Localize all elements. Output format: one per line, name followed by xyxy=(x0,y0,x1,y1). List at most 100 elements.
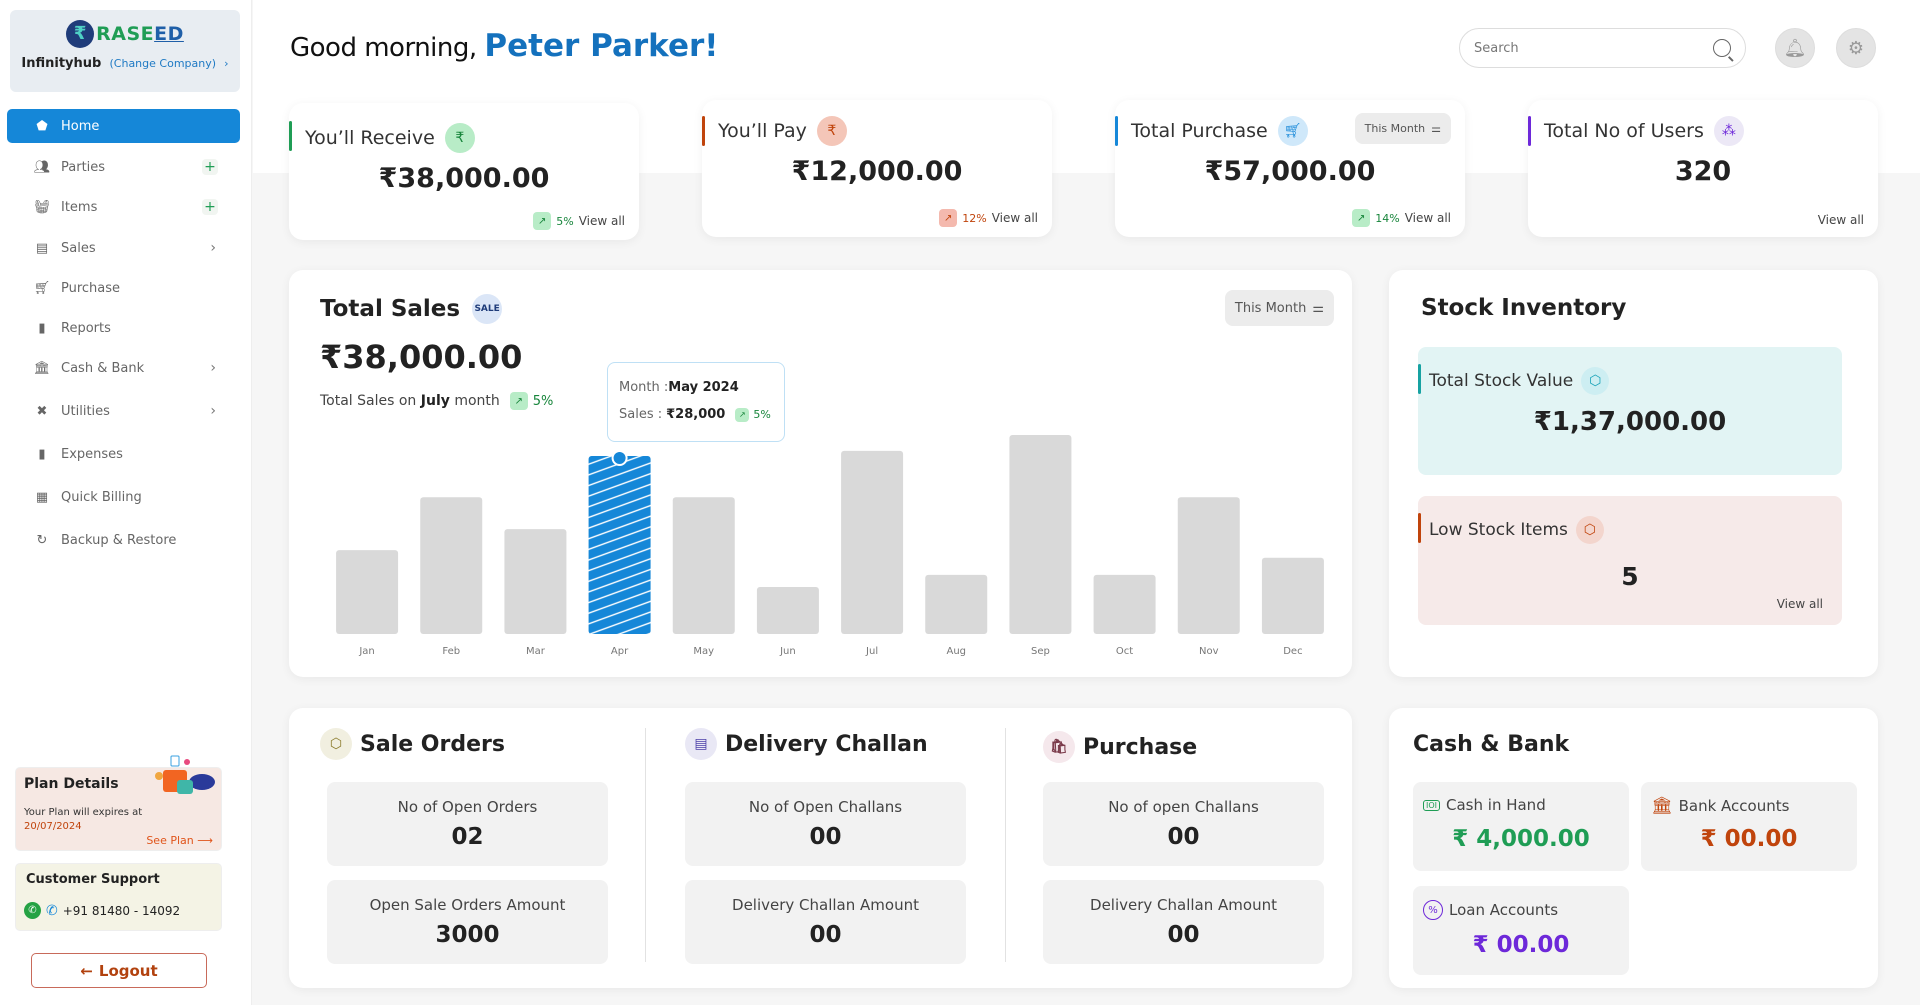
trend-percent: 14% xyxy=(1375,211,1400,225)
sidebar-item-label: Parties xyxy=(61,159,106,175)
tooltip-percent: 5% xyxy=(753,408,771,421)
low-stock-box: Low Stock Items ⬡ 5 View all xyxy=(1418,496,1842,625)
sales-period-filter[interactable]: This Month ⚌ xyxy=(1224,290,1334,326)
cash-in-hand-tile[interactable]: IOI Cash in Hand ₹ 4,000.00 xyxy=(1413,782,1629,871)
view-all-link[interactable]: View all xyxy=(1405,211,1451,225)
change-company-link[interactable]: (Change Company) xyxy=(110,57,217,70)
cash-bank-title: Cash & Bank xyxy=(1413,732,1570,757)
company-name: Infinityhub xyxy=(21,56,102,71)
plan-title: Plan Details xyxy=(24,776,119,792)
sidebar-item-label: Utilities xyxy=(61,403,110,419)
divider xyxy=(1005,728,1006,962)
tile-label: No of Open Orders xyxy=(397,798,538,816)
brand-name-part1: RASE xyxy=(96,23,155,45)
bar-jan[interactable] xyxy=(336,550,399,634)
accent-bar xyxy=(702,116,705,146)
bar-nov[interactable] xyxy=(1177,497,1240,634)
chevron-right-icon: › xyxy=(210,360,216,376)
sidebar-item-purchase[interactable]: 🛒︎ Purchase xyxy=(7,271,240,305)
search-input[interactable] xyxy=(1474,40,1713,56)
sidebar-item-utilities[interactable]: ✖ Utilities › xyxy=(7,394,240,428)
home-icon: ⬟ xyxy=(36,118,48,134)
plan-expiry-date: 20/07/2024 xyxy=(24,821,82,832)
add-parties-button[interactable]: + xyxy=(202,159,218,175)
view-all-link[interactable]: View all xyxy=(1777,597,1823,611)
low-stock-count: 5 xyxy=(1621,562,1639,591)
bar-sep[interactable] xyxy=(1009,435,1072,634)
x-tick-label: Feb xyxy=(442,646,460,657)
whatsapp-icon[interactable]: ✆ xyxy=(24,902,41,919)
sidebar-item-backup-restore[interactable]: ↻ Backup & Restore xyxy=(7,523,240,557)
sidebar-item-label: Purchase xyxy=(61,280,121,296)
open-orders-tile[interactable]: No of Open Orders 02 xyxy=(327,782,608,866)
tile-value: 00 xyxy=(809,922,842,948)
search-box[interactable] xyxy=(1459,28,1746,68)
challan-amount-tile[interactable]: Delivery Challan Amount 00 xyxy=(685,880,966,964)
settings-button[interactable]: ⚙ xyxy=(1836,28,1876,68)
bank-icon: 🏛︎ xyxy=(33,360,51,376)
x-tick-label: Jul xyxy=(865,646,878,657)
logout-button[interactable]: ← Logout xyxy=(31,953,207,988)
users-icon: 👥︎ xyxy=(33,159,51,175)
accent-bar xyxy=(1115,116,1118,146)
sliders-icon: ⚌ xyxy=(1431,122,1441,135)
search-icon[interactable] xyxy=(1713,39,1731,57)
bar-may[interactable] xyxy=(672,497,735,634)
tile-label: No of Open Challans xyxy=(748,798,903,816)
open-orders-amount-tile[interactable]: Open Sale Orders Amount 3000 xyxy=(327,880,608,964)
sidebar: ₹ RASEED Infinityhub (Change Company) › … xyxy=(0,0,252,1005)
sidebar-item-expenses[interactable]: ▮ Expenses xyxy=(7,437,240,471)
box-icon: ⬡ xyxy=(1581,367,1610,395)
bar-apr[interactable] xyxy=(588,455,651,634)
bar-mar[interactable] xyxy=(504,529,567,634)
add-items-button[interactable]: + xyxy=(202,199,218,215)
sidebar-item-label: Reports xyxy=(61,320,111,336)
bar-dec[interactable] xyxy=(1261,557,1324,634)
period-filter-button[interactable]: This Month ⚌ xyxy=(1354,113,1451,144)
tile-value: ₹ 00.00 xyxy=(1700,826,1798,852)
bank-accounts-tile[interactable]: 🏛︎ Bank Accounts ₹ 00.00 xyxy=(1641,782,1857,871)
company-switcher[interactable]: ₹ RASEED Infinityhub (Change Company) › xyxy=(10,10,240,92)
see-plan-link[interactable]: See Plan ⟶ xyxy=(146,834,213,847)
purchase-challan-amount-tile[interactable]: Delivery Challan Amount 00 xyxy=(1043,880,1324,964)
bar-jun[interactable] xyxy=(756,586,819,634)
view-all-link[interactable]: View all xyxy=(992,211,1038,225)
sidebar-item-quick-billing[interactable]: ▦ Quick Billing xyxy=(7,480,240,514)
sidebar-item-sales[interactable]: ▤ Sales › xyxy=(7,231,240,265)
bar-feb[interactable] xyxy=(420,497,483,634)
card-value: ₹38,000.00 xyxy=(378,163,550,194)
notifications-button[interactable]: 🔔︎ xyxy=(1775,28,1815,68)
tools-icon: ✖ xyxy=(36,403,48,419)
sidebar-item-label: Backup & Restore xyxy=(61,532,177,548)
bar-aug[interactable] xyxy=(925,574,988,634)
cart-icon: 🛒︎ xyxy=(1277,116,1308,146)
x-tick-label: Apr xyxy=(611,646,629,657)
support-phone[interactable]: +91 81480 - 14092 xyxy=(63,904,180,918)
accent-bar xyxy=(1528,116,1531,146)
loan-accounts-tile[interactable]: % Loan Accounts ₹ 00.00 xyxy=(1413,886,1629,975)
view-all-link[interactable]: View all xyxy=(579,214,625,228)
open-challans-tile[interactable]: No of Open Challans 00 xyxy=(685,782,966,866)
stock-title: Stock Inventory xyxy=(1421,295,1627,321)
tile-label: Cash in Hand xyxy=(1446,796,1546,814)
view-all-link[interactable]: View all xyxy=(1818,213,1864,227)
sidebar-item-label: Quick Billing xyxy=(61,489,142,505)
bar-jul[interactable] xyxy=(841,450,904,634)
sidebar-item-cash-bank[interactable]: 🏛︎ Cash & Bank › xyxy=(7,351,240,385)
rupee-coin-icon: ₹ xyxy=(66,20,95,48)
x-tick-label: Dec xyxy=(1283,646,1302,657)
phone-icon[interactable]: ✆ xyxy=(46,903,58,919)
period-filter-label: This Month xyxy=(1364,122,1426,135)
sidebar-item-home[interactable]: ⬟ Home xyxy=(7,109,240,143)
x-tick-label: Aug xyxy=(946,646,966,657)
total-sales-card: Jan Feb Mar Apr May Jun Jul Aug Sep Oct Nov Dec Tot… xyxy=(289,270,1352,677)
sidebar-item-items[interactable]: 🧺︎ Items + xyxy=(7,190,240,224)
receive-card: You’ll Receive ₹ ₹38,000.00 ↗ 5% View all xyxy=(289,103,639,240)
sidebar-item-reports[interactable]: ▮ Reports xyxy=(7,311,240,345)
sidebar-item-parties[interactable]: 👥︎ Parties + xyxy=(7,150,240,184)
purchase-open-challans-tile[interactable]: No of open Challans 00 xyxy=(1043,782,1324,866)
tile-value: ₹ 00.00 xyxy=(1472,932,1570,958)
bar-oct[interactable] xyxy=(1093,574,1156,634)
stock-value-label: Total Stock Value xyxy=(1429,371,1574,391)
tooltip-sales-value: ₹28,000 xyxy=(666,407,726,422)
